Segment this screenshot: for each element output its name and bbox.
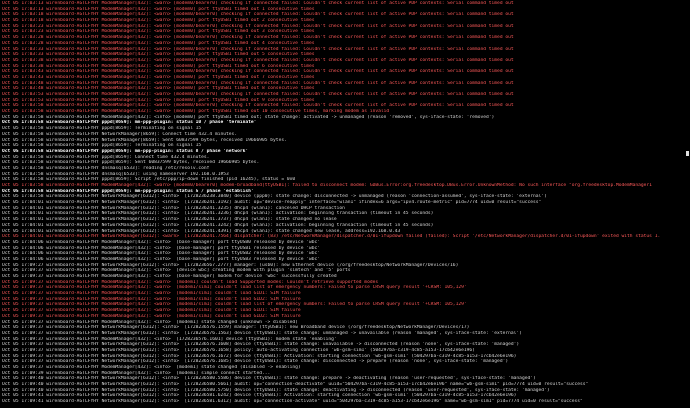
terminal-output[interactable]: Oct 05 17:03:13 wirenboard-AGTLFYHY Mode… — [0, 0, 690, 408]
log-line: Oct 05 17:03:58 wirenboard-AGTLFYHY Mode… — [2, 183, 652, 188]
log-line: Oct 05 17:09:41 wirenboard-AGTLFYHY Netw… — [2, 399, 583, 405]
log-lines: Oct 05 17:03:13 wirenboard-AGTLFYHY Mode… — [2, 1, 690, 405]
terminal-cursor — [686, 151, 689, 156]
log-line: Oct 05 17:09:40 wirenboard-AGTLFYHY Netw… — [2, 382, 589, 388]
